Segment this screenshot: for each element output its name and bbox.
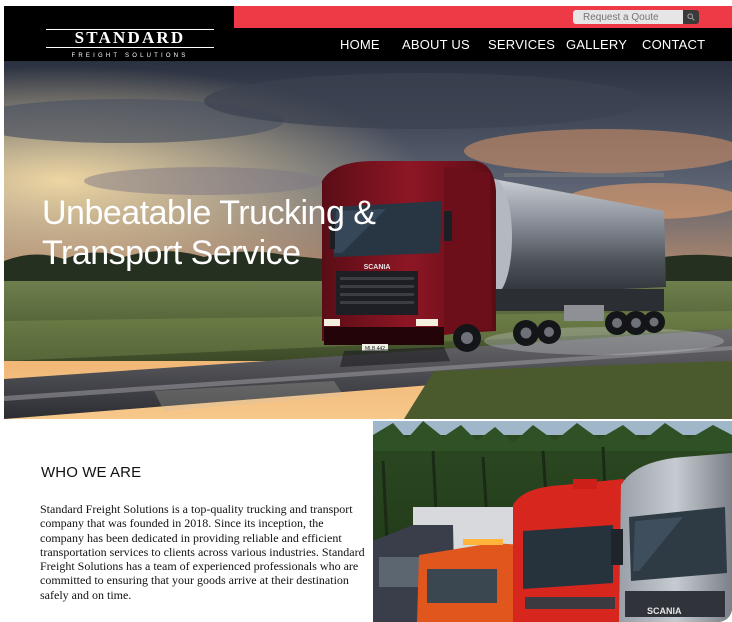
logo-bottom-rule [46,47,214,48]
fleet-truck-brand: SCANIA [647,606,682,616]
brand-logo[interactable]: STANDARD FREIGHT SOLUTIONS [44,28,216,62]
about-description: Standard Freight Solutions is a top-qual… [40,502,365,602]
about-heading: WHO WE ARE [41,464,142,481]
fleet-photo: SCANIA [373,421,732,622]
quote-search-button[interactable] [683,10,699,24]
nav-about-us[interactable]: ABOUT US [402,36,470,54]
hero-title: Unbeatable Trucking & Transport Service [42,193,462,273]
hero-banner: SCANIA MLB 442 Unbeatable Trucking & Tra… [4,61,732,419]
nav-services[interactable]: SERVICES [488,36,555,54]
top-accent-bar [234,6,732,28]
nav-gallery[interactable]: GALLERY [566,36,627,54]
nav-contact[interactable]: CONTACT [642,36,705,54]
nav-home[interactable]: HOME [340,36,380,54]
web-page: STANDARD FREIGHT SOLUTIONS HOME ABOUT US… [0,0,732,622]
fleet-trucks-image: SCANIA [373,421,732,622]
site-header: STANDARD FREIGHT SOLUTIONS HOME ABOUT US… [4,6,732,61]
quote-request-input[interactable] [573,10,683,24]
brand-tagline: FREIGHT SOLUTIONS [71,53,189,59]
brand-name: STANDARD [74,28,186,47]
hero-title-line-2: Transport Service [42,233,301,272]
hero-title-line-1: Unbeatable Trucking & [42,193,376,232]
search-icon [687,13,695,21]
quote-search-box [573,10,683,24]
